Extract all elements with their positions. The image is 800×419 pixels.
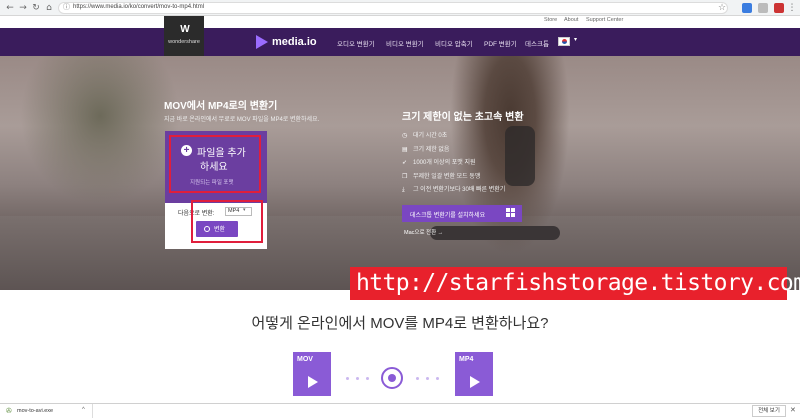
download-bar xyxy=(0,403,800,419)
feature-item: ➶ 1000개 이상의 포맷 지원 xyxy=(402,157,476,166)
wondershare-logo-mark: W xyxy=(180,24,190,35)
progress-dot xyxy=(416,377,419,380)
browser-menu-icon[interactable]: ⋮ xyxy=(786,2,798,14)
feature-text: 대기 시간 0초 xyxy=(413,133,448,139)
show-all-downloads-button[interactable]: 전체 보기 xyxy=(752,405,786,417)
reload-button[interactable]: ↻ xyxy=(30,2,42,14)
hero-background-trees xyxy=(20,56,180,206)
browser-toolbar: ← → ↻ ⌂ ⓘ https://www.media.io/ko/conver… xyxy=(0,0,800,16)
add-file-label[interactable]: 파일을 추가 xyxy=(197,144,246,159)
add-file-label-line2[interactable]: 하세요 xyxy=(200,158,228,173)
url-text[interactable]: https://www.media.io/ko/convert/mov-to-m… xyxy=(73,4,204,10)
extension-icon[interactable] xyxy=(758,3,768,13)
hero-skateboard xyxy=(430,226,560,240)
store-link[interactable]: Store xyxy=(544,17,557,23)
rocket-icon: ➶ xyxy=(402,159,408,166)
feature-text: 그 이전 변환기보다 30배 빠른 변환기 xyxy=(413,187,506,193)
extension-icon[interactable] xyxy=(774,3,784,13)
how-to-heading: 어떻게 온라인에서 MOV를 MP4로 변환하나요? xyxy=(251,315,549,332)
watermark-text: http://starfishstorage.tistory.com xyxy=(356,270,800,296)
download-file-name[interactable]: mov-to-avi.exe xyxy=(17,408,53,414)
feature-text: 1000개 이상의 포맷 지원 xyxy=(413,160,476,166)
media-io-brand[interactable]: media.io xyxy=(272,36,317,48)
progress-dot xyxy=(356,377,359,380)
progress-dot xyxy=(436,377,439,380)
highlight-box xyxy=(191,200,263,243)
close-icon[interactable]: ✕ xyxy=(790,406,796,414)
about-link[interactable]: About xyxy=(564,17,578,23)
home-button[interactable]: ⌂ xyxy=(43,2,55,14)
nav-desktop[interactable]: 데스크톱 xyxy=(525,38,549,48)
feature-text: 무제한 일괄 변환 모드 동맹 xyxy=(413,174,481,180)
flag-emblem xyxy=(562,39,567,44)
nav-video-compressor[interactable]: 비디오 압축기 xyxy=(435,38,473,48)
hero-skateboarder-shirt xyxy=(505,126,535,186)
feature-item: ◷ 대기 시간 0초 xyxy=(402,130,447,139)
nav-audio-converter[interactable]: 오디오 변환기 xyxy=(337,38,375,48)
mp4-file-tag: MP4 xyxy=(459,356,474,363)
back-button[interactable]: ← xyxy=(4,2,16,14)
download-options-icon[interactable]: ^ xyxy=(82,407,85,413)
page-subtitle: 지금 바로 온라인에서 무료로 MOV 파일을 MP4로 변환하세요. xyxy=(164,117,320,123)
feature-item: ❐ 무제한 일괄 변환 모드 동맹 xyxy=(402,171,480,180)
wondershare-logo-text: wondershare xyxy=(168,39,200,45)
support-center-link[interactable]: Support Center xyxy=(586,17,623,23)
language-dropdown-icon[interactable]: ▾ xyxy=(574,36,577,43)
nav-pdf-converter[interactable]: PDF 변환기 xyxy=(484,38,517,48)
progress-dot xyxy=(426,377,429,380)
plus-icon[interactable]: + xyxy=(181,145,192,156)
features-title: 크기 제한이 없는 초고속 변환 xyxy=(402,112,524,123)
media-io-logo-icon[interactable] xyxy=(256,35,268,49)
korea-flag-icon[interactable] xyxy=(558,37,570,46)
supported-formats-link[interactable]: 지원되는 파일 포맷 xyxy=(190,178,234,186)
forward-button[interactable]: → xyxy=(17,2,29,14)
feature-item: ▤ 크기 제한 없음 xyxy=(402,144,449,153)
feature-text: 크기 제한 없음 xyxy=(413,147,450,153)
site-top-links: Store About Support Center xyxy=(0,16,800,28)
download-icon: ⤓ xyxy=(402,186,405,193)
play-icon xyxy=(308,376,318,388)
address-bar[interactable]: ⓘ https://www.media.io/ko/convert/mov-to… xyxy=(58,2,728,14)
batch-icon: ❐ xyxy=(402,173,408,180)
windows-icon[interactable] xyxy=(506,208,515,217)
conversion-icon-center xyxy=(388,374,396,382)
site-info-icon[interactable]: ⓘ xyxy=(63,2,70,12)
file-icon: ▤ xyxy=(402,146,408,153)
feature-item: ⤓ 그 이전 변환기보다 30배 빠른 변환기 xyxy=(402,184,505,194)
progress-dot xyxy=(346,377,349,380)
mov-file-tag: MOV xyxy=(297,356,313,363)
hero-section xyxy=(0,56,800,290)
bookmark-star-icon[interactable]: ☆ xyxy=(716,2,728,14)
mac-switch-link[interactable]: Mac으로 전환 → xyxy=(404,228,443,236)
wondershare-logo[interactable]: W wondershare xyxy=(164,16,204,56)
page-title: MOV에서 MP4로의 변환기 xyxy=(164,101,278,112)
exe-file-icon: ✇ xyxy=(6,407,12,415)
nav-video-converter[interactable]: 비디오 변환기 xyxy=(386,38,424,48)
extension-icon[interactable] xyxy=(742,3,752,13)
clock-icon: ◷ xyxy=(402,132,408,139)
progress-dot xyxy=(366,377,369,380)
install-desktop-label[interactable]: 데스크톱 변환기를 설치하세요 xyxy=(410,210,485,219)
play-icon xyxy=(470,376,480,388)
